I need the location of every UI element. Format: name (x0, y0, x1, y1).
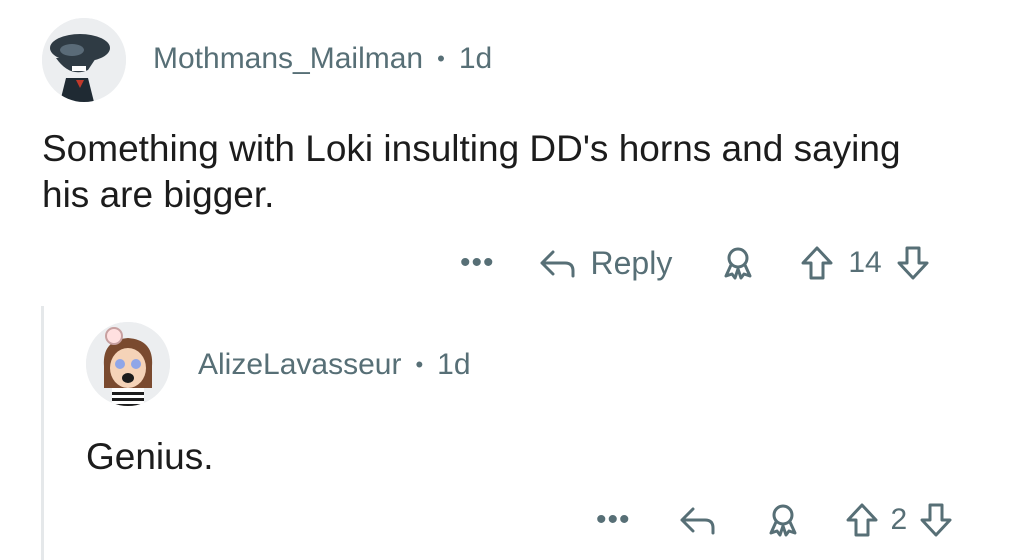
comment-age: 1d (458, 42, 493, 75)
username-link[interactable]: AlizeLavasseur (198, 348, 401, 382)
vote-score: 2 (890, 503, 908, 536)
comment-body: Something with Loki insulting DD's horns… (42, 126, 1002, 218)
reply-button[interactable]: Reply (537, 244, 673, 282)
comment-meta: Mothmans_Mailman • 1d (153, 42, 492, 76)
vote-score: 14 (848, 246, 882, 279)
upvote-arrow-icon (801, 246, 833, 280)
alien-avatar-icon (42, 18, 126, 102)
upvote-button[interactable] (800, 245, 834, 281)
comment-body: Genius. (86, 434, 214, 480)
comment-text-line: Something with Loki insulting DD's horns… (42, 128, 901, 169)
reply-arrow-icon (680, 507, 715, 535)
comment-actions: ••• Reply 14 (460, 240, 930, 286)
comment-meta: AlizeLavasseur • 1d (198, 348, 471, 382)
more-options-button[interactable]: ••• (596, 505, 631, 535)
user-avatar[interactable] (42, 18, 126, 102)
thread-line[interactable] (41, 306, 44, 560)
award-icon (769, 504, 797, 537)
reply-button[interactable] (677, 503, 717, 537)
username-link[interactable]: Mothmans_Mailman (153, 42, 423, 76)
reply-arrow-icon (540, 250, 575, 278)
separator-dot: • (437, 46, 445, 71)
award-icon (724, 247, 752, 280)
comment-actions: ••• 2 (596, 498, 953, 542)
comment-text-line: Genius. (86, 436, 214, 477)
downvote-button[interactable] (919, 502, 953, 538)
upvote-arrow-icon (846, 503, 878, 537)
user-avatar[interactable] (86, 322, 170, 406)
separator-dot: • (415, 352, 424, 377)
upvote-button[interactable] (845, 502, 879, 538)
girl-avatar-icon (86, 322, 170, 406)
comment-age: 1d (437, 348, 471, 381)
award-button[interactable] (720, 245, 756, 281)
reply-label: Reply (590, 244, 673, 281)
more-options-button[interactable]: ••• (460, 248, 495, 278)
downvote-arrow-icon (897, 246, 929, 280)
downvote-button[interactable] (896, 245, 930, 281)
award-button[interactable] (765, 502, 801, 538)
comment-text-line: his are bigger. (42, 174, 275, 215)
downvote-arrow-icon (920, 503, 952, 537)
